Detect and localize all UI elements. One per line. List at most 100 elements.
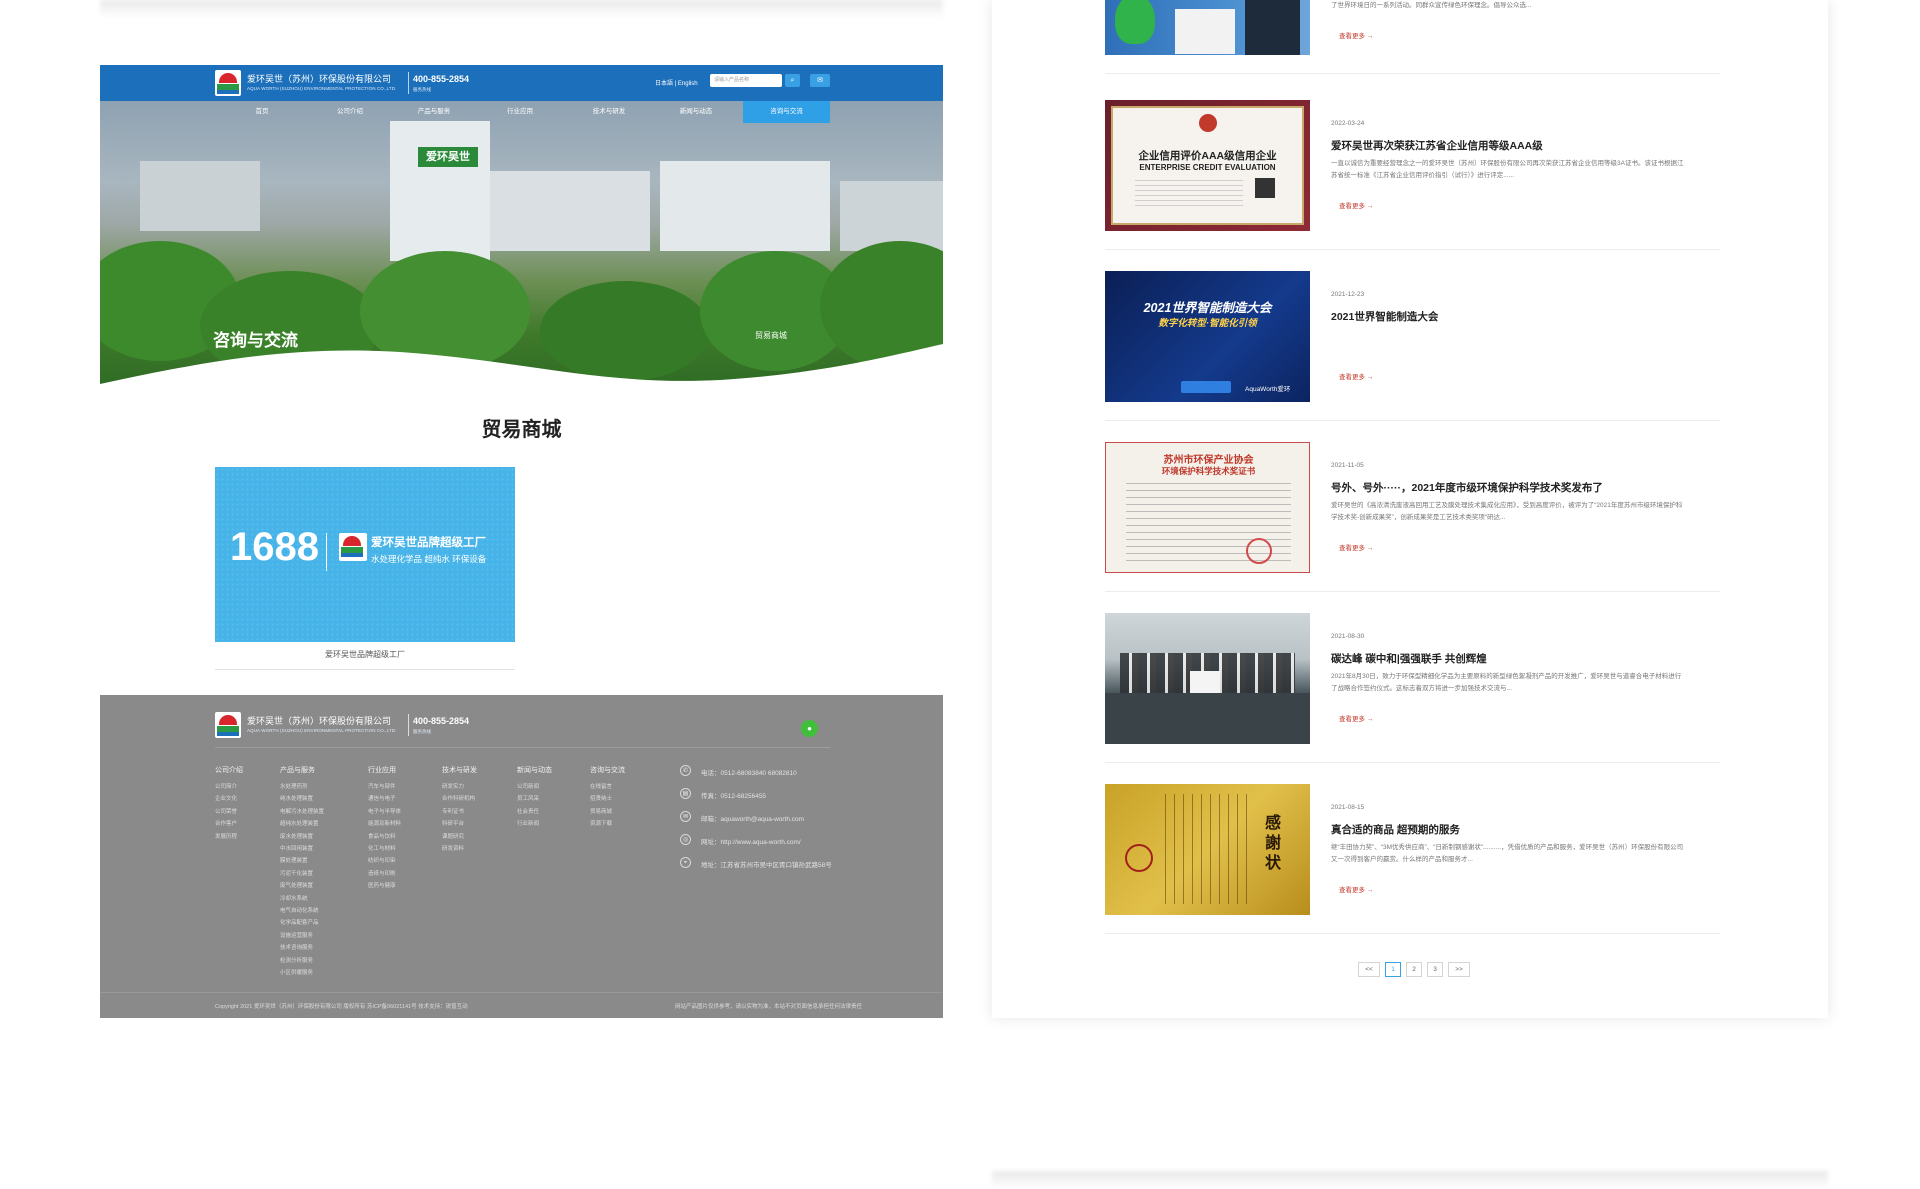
contact-text: 传真：0512-68256455 <box>701 793 767 800</box>
footer-link[interactable]: 冷却水系统 <box>280 893 324 905</box>
footer-link[interactable]: 超纯水处理装置 <box>280 818 324 830</box>
news-more-link[interactable]: 查看更多 → <box>1339 713 1373 723</box>
footer-link[interactable]: 课题研究 <box>442 831 477 843</box>
footer-link[interactable]: 发展历程 <box>215 831 243 843</box>
footer-link[interactable]: 化工与材料 <box>368 843 401 855</box>
footer-link[interactable]: 纯水处理装置 <box>280 793 324 805</box>
footer-link[interactable]: 公司荣誉 <box>215 806 243 818</box>
news-more-link[interactable]: 查看更多 → <box>1339 542 1373 552</box>
footer-link[interactable]: 检测分析服务 <box>280 955 324 967</box>
footer-link[interactable]: 电子与半导体 <box>368 806 401 818</box>
page-first[interactable]: << <box>1358 962 1380 977</box>
news-title[interactable]: 真合适的商品 超预期的服务 <box>1331 822 1460 837</box>
footer-col-title[interactable]: 咨询与交流 <box>590 765 625 775</box>
cert-title: 企业信用评价AAA级信用企业 <box>1138 150 1277 162</box>
footer-link[interactable]: 通信与电子 <box>368 793 401 805</box>
footer-link[interactable]: 研发实力 <box>442 781 477 793</box>
footer-link[interactable]: 社会责任 <box>517 806 552 818</box>
footer-link[interactable]: 公司简介 <box>215 781 243 793</box>
footer-link[interactable]: 技术咨询服务 <box>280 942 324 954</box>
footer-link[interactable]: 废水处理装置 <box>280 831 324 843</box>
page-3[interactable]: 3 <box>1427 962 1443 977</box>
footer-link[interactable]: 汽车与部件 <box>368 781 401 793</box>
footer-link[interactable]: 电解污水处理装置 <box>280 806 324 818</box>
footer-link[interactable]: 食品与饮料 <box>368 831 401 843</box>
footer-link[interactable]: 水处理药剂 <box>280 781 324 793</box>
promo-headline: 爱环吴世品牌超级工厂 <box>371 537 486 549</box>
footer-link[interactable]: 贸易商城 <box>590 806 625 818</box>
footer-link[interactable]: 污泥干化装置 <box>280 868 324 880</box>
nav-item-about[interactable]: 公司介绍 <box>328 101 372 123</box>
promo-banner-1688[interactable]: 1688 爱环吴世品牌超级工厂 水处理化学品 超纯水 环保设备 <box>215 467 515 642</box>
news-thumb[interactable] <box>1105 613 1310 744</box>
nav-item-tech[interactable]: 技术与研发 <box>585 101 633 123</box>
footer-rule <box>215 747 830 748</box>
footer-col-title[interactable]: 技术与研发 <box>442 765 477 775</box>
footer-link[interactable]: 废气处理装置 <box>280 880 324 892</box>
nav-item-home[interactable]: 首页 <box>240 101 284 123</box>
seal-icon <box>1246 538 1272 564</box>
nav-item-consult[interactable]: 咨询与交流 <box>743 101 830 123</box>
footer-link[interactable]: 小区供暖服务 <box>280 967 324 979</box>
news-thumb[interactable] <box>1105 0 1310 55</box>
page-2[interactable]: 2 <box>1406 962 1422 977</box>
news-more-link[interactable]: 查看更多 → <box>1339 371 1373 381</box>
thanks-letter-title: 感謝状 <box>1265 815 1282 872</box>
language-switch[interactable]: 日本語 | English <box>655 78 698 87</box>
news-more-link[interactable]: 查看更多 → <box>1339 30 1373 40</box>
search-input[interactable]: 请输入产品名称 <box>710 74 782 87</box>
mail-button[interactable]: ✉ <box>810 74 830 87</box>
footer-link[interactable]: 企业文化 <box>215 793 243 805</box>
news-title[interactable]: 号外、号外·····，2021年度市级环境保护科学技术奖发布了 <box>1331 480 1603 495</box>
footer-col-title[interactable]: 公司介绍 <box>215 765 243 775</box>
news-thumb[interactable]: 苏州市环保产业协会 环境保护科学技术奖证书 <box>1105 442 1310 573</box>
news-desc: 了世界环境日的一系列活动。同群众宣传绿色环保理念。倡导公众选... <box>1331 2 1532 9</box>
footer-col-title[interactable]: 行业应用 <box>368 765 401 775</box>
footer-link[interactable]: 专利证书 <box>442 806 477 818</box>
search-button[interactable]: ⌕ <box>785 74 800 87</box>
news-title[interactable]: 爱环吴世再次荣获江苏省企业信用等级AAA级 <box>1331 138 1543 153</box>
footer-col-title[interactable]: 新闻与动态 <box>517 765 552 775</box>
footer-link[interactable]: 膜处理装置 <box>280 855 324 867</box>
news-more-link[interactable]: 查看更多 → <box>1339 200 1373 210</box>
footer-link[interactable]: 医药与健康 <box>368 880 401 892</box>
page-1[interactable]: 1 <box>1385 962 1401 977</box>
footer-link[interactable]: 员工风采 <box>517 793 552 805</box>
footer-link[interactable]: 研发资料 <box>442 843 477 855</box>
footer-link[interactable]: 行业新闻 <box>517 818 552 830</box>
footer-link[interactable]: 纺织与印染 <box>368 855 401 867</box>
news-more-link[interactable]: 查看更多 → <box>1339 884 1373 894</box>
nav-item-industry[interactable]: 行业应用 <box>498 101 542 123</box>
promo-logo <box>339 533 367 561</box>
footer-link[interactable]: 资源下载 <box>590 818 625 830</box>
footer-link[interactable]: 电气自动化系统 <box>280 905 324 917</box>
news-title[interactable]: 2021世界智能制造大会 <box>1331 309 1438 324</box>
footer-link[interactable]: 公司新闻 <box>517 781 552 793</box>
news-thumb[interactable]: 感謝状 <box>1105 784 1310 915</box>
page-last[interactable]: >> <box>1448 962 1470 977</box>
footer-link[interactable]: 中水回用装置 <box>280 843 324 855</box>
footer-link[interactable]: 造纸与印刷 <box>368 868 401 880</box>
footer-link[interactable]: 合作科研机构 <box>442 793 477 805</box>
contact-text[interactable]: 网址：http://www.aqua-worth.com/ <box>701 836 801 846</box>
footer-link[interactable]: 在线留言 <box>590 781 625 793</box>
footer-link[interactable]: 招贤纳士 <box>590 793 625 805</box>
footer-link[interactable]: 科研平台 <box>442 818 477 830</box>
promo-caption[interactable]: 爱环吴世品牌超级工厂 <box>215 649 515 660</box>
nav-item-products[interactable]: 产品与服务 <box>410 101 458 123</box>
news-date: 2021-08-15 <box>1331 804 1365 811</box>
company-logo[interactable] <box>215 70 241 96</box>
wechat-icon[interactable]: ● <box>801 720 818 737</box>
footer-link[interactable]: 化学品配套产品 <box>280 917 324 929</box>
footer-link[interactable]: 合作客户 <box>215 818 243 830</box>
footer-link[interactable]: 能源及新材料 <box>368 818 401 830</box>
footer-link[interactable]: 设施运营服务 <box>280 930 324 942</box>
news-thumb[interactable]: 2021世界智能制造大会 数字化转型·智能化引领 AquaWorth爱环 <box>1105 271 1310 402</box>
nav-item-news[interactable]: 新闻与动态 <box>672 101 720 123</box>
news-thumb[interactable]: 企业信用评价AAA级信用企业 ENTERPRISE CREDIT EVALUAT… <box>1105 100 1310 231</box>
footer-col-title[interactable]: 产品与服务 <box>280 765 324 775</box>
footer-company-sub: AQUA WORTH (SUZHOU) ENVIRONMENTAL PROTEC… <box>247 728 397 733</box>
award-title: 环境保护科学技术奖证书 <box>1161 466 1256 476</box>
news-title[interactable]: 碳达峰 碳中和|强强联手 共创辉煌 <box>1331 651 1487 666</box>
contact-text[interactable]: 邮箱：aquaworth@aqua-worth.com <box>701 813 804 823</box>
